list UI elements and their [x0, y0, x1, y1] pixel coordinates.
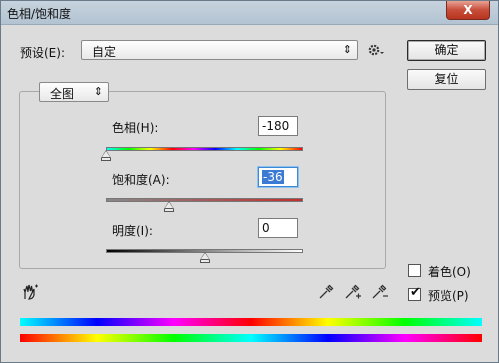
lightness-label: 明度(I): — [112, 224, 153, 238]
adjustment-group — [19, 91, 386, 269]
select-arrows-icon: ⇕ — [93, 85, 103, 98]
preview-label: 预览(P) — [428, 289, 469, 303]
source-spectrum-bar — [20, 318, 482, 326]
window-title: 色相/饱和度 — [7, 7, 72, 21]
preset-value: 自定 — [92, 45, 117, 59]
lightness-input[interactable]: 0 — [258, 218, 298, 238]
gear-icon[interactable] — [367, 42, 385, 63]
select-arrows-icon: ⇕ — [342, 43, 352, 56]
eyedropper-plus-icon[interactable] — [343, 283, 363, 306]
hue-label: 色相(H): — [112, 121, 159, 135]
hand-adjust-icon[interactable] — [21, 283, 41, 306]
eyedropper-icon[interactable] — [317, 283, 335, 306]
ok-button[interactable]: 确定 — [407, 40, 486, 61]
close-button[interactable]: X — [446, 1, 490, 20]
colorize-checkbox[interactable] — [408, 264, 421, 277]
channel-value: 全图 — [50, 87, 75, 101]
checkmark-icon: ✔ — [410, 285, 421, 300]
eyedropper-minus-icon[interactable] — [370, 283, 390, 306]
saturation-slider-track[interactable] — [106, 198, 303, 202]
result-spectrum-bar — [20, 334, 482, 342]
saturation-label: 饱和度(A): — [112, 173, 170, 187]
reset-button[interactable]: 复位 — [407, 69, 486, 90]
title-bar[interactable]: 色相/饱和度 X — [1, 1, 498, 25]
channel-select[interactable]: 全图 ⇕ — [39, 82, 109, 102]
colorize-label: 着色(O) — [428, 265, 471, 279]
hue-input[interactable]: -180 — [258, 116, 298, 136]
saturation-input[interactable]: -36 — [258, 167, 298, 187]
preset-label: 预设(E): — [20, 46, 65, 60]
preset-select[interactable]: 自定 ⇕ — [81, 40, 358, 60]
hue-slider-track[interactable] — [106, 147, 303, 151]
hue-saturation-dialog: 色相/饱和度 X 预设(E): 自定 ⇕ 确定 复位 全图 ⇕ 色相(H): -… — [0, 0, 499, 363]
preview-checkbox[interactable]: ✔ — [408, 285, 421, 301]
saturation-value: -36 — [262, 170, 284, 184]
